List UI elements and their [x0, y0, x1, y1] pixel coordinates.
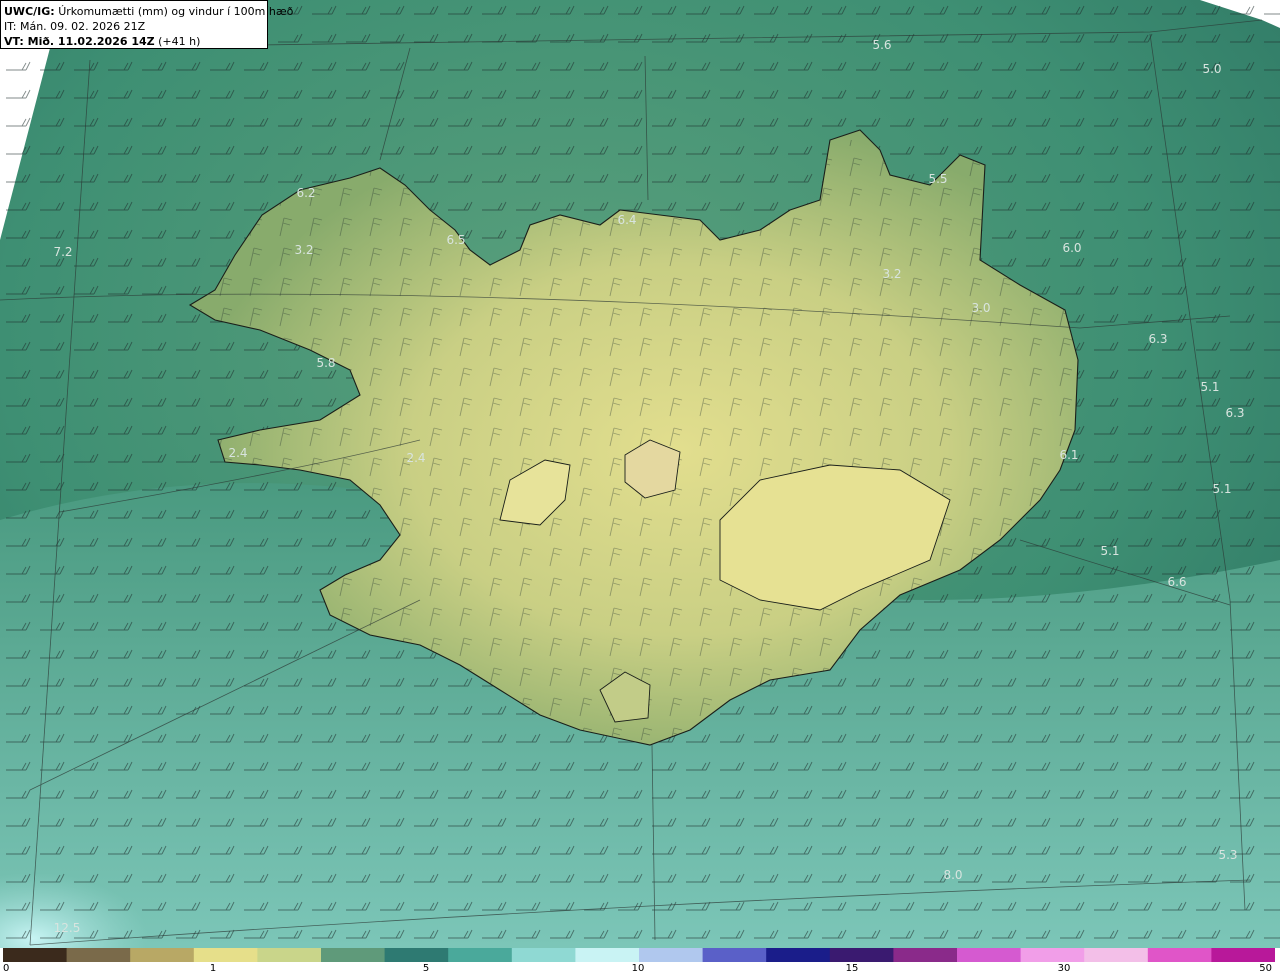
colorbar-tick-label: 15	[845, 963, 859, 974]
colorbar-segment	[1084, 948, 1149, 962]
value-label: 5.3	[1218, 848, 1237, 862]
value-label: 3.2	[294, 243, 313, 257]
colorbar-segment	[829, 948, 894, 962]
value-label: 5.1	[1212, 482, 1231, 496]
value-label: 5.1	[1100, 544, 1119, 558]
colorbar-segment	[384, 948, 449, 962]
colorbar	[3, 948, 1275, 962]
colorbar-segment	[957, 948, 1022, 962]
colorbar-segment	[893, 948, 958, 962]
colorbar-segment	[702, 948, 767, 962]
value-label: 8.0	[943, 868, 962, 882]
colorbar-segment	[448, 948, 513, 962]
value-label: 6.5	[446, 233, 465, 247]
colorbar-tick-label: 10	[631, 963, 645, 974]
title-line: UWC/IG: Úrkomumætti (mm) og vindur í 100…	[4, 4, 293, 19]
value-label: 6.2	[296, 186, 315, 200]
colorbar-segment	[575, 948, 640, 962]
colorbar-segment	[639, 948, 704, 962]
map-title: Úrkomumætti (mm) og vindur í 100m hæð	[58, 5, 294, 18]
forecast-map: 5.6 5.0 6.2 6.4 5.5 7.2 3.2 6.5 6.0 3.2 3.0 6.3 5.8 5…	[0, 0, 1280, 948]
colorbar-tick-label: 0	[3, 963, 10, 974]
value-label: 6.4	[617, 213, 636, 227]
model-label: UWC/IG:	[4, 5, 55, 18]
valid-time: VT: Mið. 11.02.2026 14Z	[4, 35, 155, 48]
map-title-box: UWC/IG: Úrkomumætti (mm) og vindur í 100…	[0, 0, 293, 49]
lead-time: (+41 h)	[158, 35, 201, 48]
colorbar-segment	[3, 948, 68, 962]
colorbar-segment	[66, 948, 131, 962]
colorbar-segment	[193, 948, 258, 962]
colorbar-segment	[1211, 948, 1275, 962]
value-label: 5.0	[1202, 62, 1221, 76]
value-label: 6.3	[1148, 332, 1167, 346]
colorbar-segment	[257, 948, 322, 962]
value-label: 12.5	[54, 921, 81, 935]
colorbar-segment	[1147, 948, 1212, 962]
colorbar-segment	[766, 948, 831, 962]
value-label: 7.2	[53, 245, 72, 259]
value-label: 3.2	[882, 267, 901, 281]
value-label: 5.6	[872, 38, 891, 52]
value-label: 5.8	[316, 356, 335, 370]
value-label: 6.0	[1062, 241, 1081, 255]
value-label: 2.4	[406, 451, 425, 465]
colorbar-tick-label: 1	[209, 963, 217, 974]
colorbar-segment	[130, 948, 195, 962]
value-label: 3.0	[971, 301, 990, 315]
value-label: 2.4	[228, 446, 247, 460]
valid-time-line: VT: Mið. 11.02.2026 14Z (+41 h)	[4, 34, 264, 49]
colorbar-tick-label: 30	[1057, 963, 1071, 974]
value-label: 6.1	[1059, 448, 1078, 462]
value-label: 5.5	[928, 172, 947, 186]
init-time: IT: Mán. 09. 02. 2026 21Z	[4, 20, 146, 33]
colorbar-tick-label: 5	[422, 963, 430, 974]
value-label: 6.3	[1225, 406, 1244, 420]
colorbar-tick-label: 50	[1259, 963, 1272, 974]
value-label: 6.6	[1167, 575, 1186, 589]
colorbar-segment	[511, 948, 576, 962]
value-label: 5.1	[1200, 380, 1219, 394]
colorbar-segment	[321, 948, 386, 962]
colorbar-segment	[1020, 948, 1085, 962]
